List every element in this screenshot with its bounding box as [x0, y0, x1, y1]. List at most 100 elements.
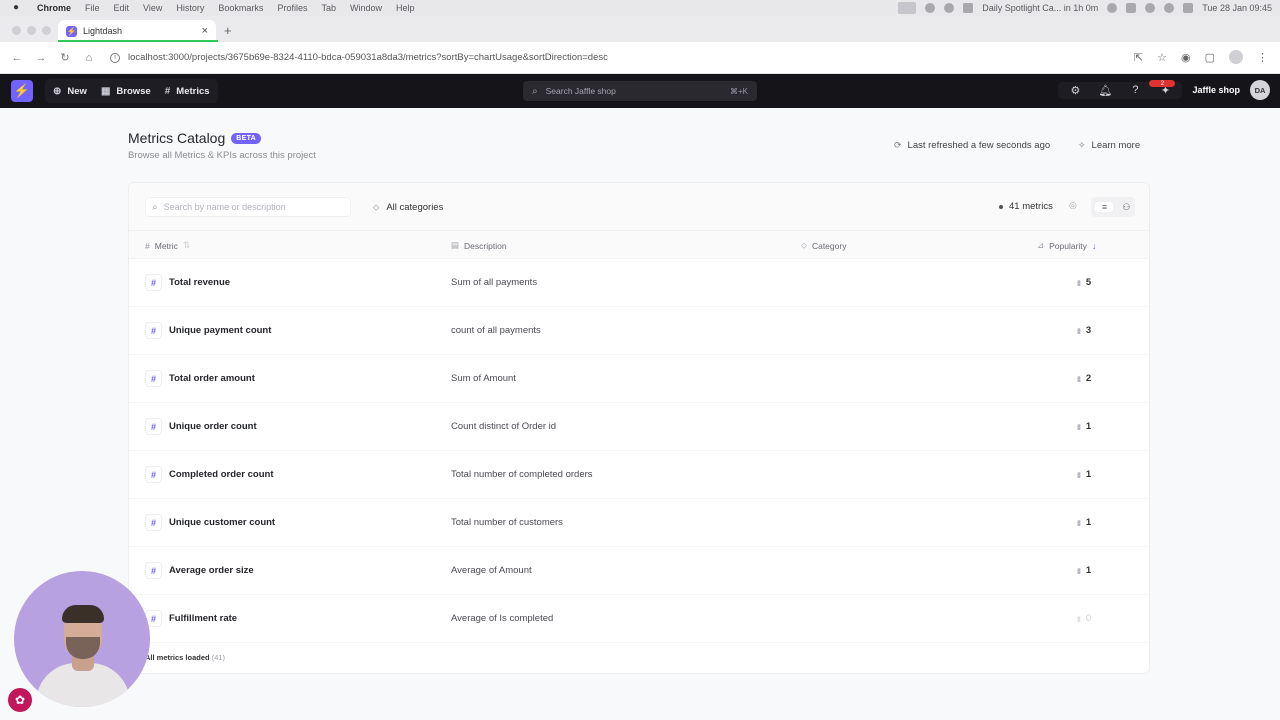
table-row[interactable]: # Completed order count Total number of …	[129, 451, 1149, 499]
record-icon[interactable]	[925, 3, 936, 13]
metric-description: Total number of customers	[451, 517, 563, 528]
profile-avatar[interactable]	[1229, 50, 1243, 64]
site-info-icon[interactable]: i	[110, 52, 120, 63]
sparkle-icon: ✧	[1078, 140, 1086, 150]
refresh-status-text: Last refreshed a few seconds ago	[907, 140, 1051, 151]
close-tab-icon[interactable]: ×	[202, 25, 208, 37]
metric-name[interactable]: Fulfillment rate	[169, 613, 237, 624]
tab-title: Lightdash	[83, 26, 123, 36]
refresh-status[interactable]: ⟳ Last refreshed a few seconds ago	[894, 140, 1050, 151]
forward-icon[interactable]: →	[34, 52, 48, 64]
clock[interactable]: Tue 28 Jan 09:45	[1202, 3, 1272, 13]
screen-share-icon[interactable]	[898, 2, 917, 14]
table-row[interactable]: # Unique customer count Total number of …	[129, 499, 1149, 547]
bell-icon[interactable]: 🔔︎	[1092, 84, 1118, 97]
control-center-icon[interactable]	[1183, 3, 1194, 13]
reload-icon[interactable]: ↻	[58, 51, 72, 64]
table-row[interactable]: # Unique payment count count of all paym…	[129, 307, 1149, 355]
sort-desc-icon[interactable]: ↓	[1092, 241, 1097, 251]
puzzle-extensions-icon[interactable]: ▢	[1205, 51, 1215, 64]
tree-view-icon[interactable]: ⚇	[1122, 202, 1130, 213]
open-external-icon[interactable]: ⇱	[1134, 51, 1143, 64]
table-row[interactable]: # Fulfillment rate Average of Is complet…	[129, 595, 1149, 643]
global-search[interactable]: ⌕ Search Jaffle shop ⌘+K	[523, 81, 757, 101]
table-row[interactable]: # Average order size Average of Amount ▮…	[129, 547, 1149, 595]
wifi-icon[interactable]	[1145, 3, 1156, 13]
refresh-icon: ⟳	[894, 140, 902, 150]
browse-button[interactable]: ▦ Browse	[95, 81, 157, 101]
metric-description: Total number of completed orders	[451, 469, 593, 480]
lightdash-logo-icon[interactable]: ⚡	[11, 80, 33, 102]
metric-search[interactable]: ⌕	[145, 197, 351, 217]
metrics-button[interactable]: # Metrics	[159, 81, 216, 101]
popularity-value: 5	[1085, 277, 1092, 288]
metric-hash-icon: #	[145, 418, 162, 435]
list-view-icon[interactable]: ≡	[1095, 202, 1114, 212]
recorder-app-icon[interactable]: ✿	[8, 688, 32, 712]
menu-window[interactable]: Window	[350, 3, 382, 13]
menu-app[interactable]: Chrome	[37, 3, 71, 13]
table-row[interactable]: # Total revenue Sum of all payments ▮ 5	[129, 259, 1149, 307]
category-filter[interactable]: ⬦ All categories	[369, 197, 447, 217]
hash-icon: #	[145, 240, 150, 251]
header-nav: ⊕ New ▦ Browse # Metrics	[45, 79, 218, 103]
metric-name[interactable]: Average order size	[169, 565, 254, 576]
sparkle-icon[interactable]: ✦ 2	[1149, 79, 1178, 97]
metric-search-input[interactable]	[163, 202, 334, 212]
table-toolbar: ⌕ ⬦ All categories 41 metrics ◎ ≡ ⚇	[129, 183, 1149, 231]
menu-tab[interactable]: Tab	[321, 3, 336, 13]
browser-tab[interactable]: ⚡ Lightdash ×	[58, 20, 216, 42]
project-switcher[interactable]: Jaffle shop	[1192, 85, 1240, 95]
extension-icon[interactable]: ◉	[1181, 51, 1191, 64]
metric-name[interactable]: Total revenue	[169, 277, 230, 288]
menu-view[interactable]: View	[143, 3, 162, 13]
moon-icon[interactable]	[1107, 3, 1118, 13]
menu-edit[interactable]: Edit	[114, 3, 130, 13]
metric-name[interactable]: Unique customer count	[169, 517, 275, 528]
menu-profiles[interactable]: Profiles	[277, 3, 307, 13]
menu-history[interactable]: History	[176, 3, 204, 13]
back-icon[interactable]: ←	[10, 52, 24, 64]
menu-file[interactable]: File	[85, 3, 100, 13]
table-row[interactable]: # Total order amount Sum of Amount ▮ 2	[129, 355, 1149, 403]
new-tab-icon[interactable]: +	[224, 23, 232, 38]
menu-help[interactable]: Help	[396, 3, 415, 13]
column-metric[interactable]: # Metric ⇅	[145, 240, 190, 251]
sync-icon[interactable]	[963, 3, 974, 13]
url-text[interactable]: localhost:3000/projects/3675b69e-8324-41…	[128, 52, 608, 63]
new-button-label: New	[67, 85, 87, 97]
metric-name[interactable]: Total order amount	[169, 373, 255, 384]
kebab-menu-icon[interactable]: ⋮	[1257, 51, 1268, 64]
eye-icon[interactable]: ◎	[1069, 200, 1077, 211]
column-popularity[interactable]: ⊿ Popularity ↓	[1037, 240, 1096, 251]
table-row[interactable]: # Unique order count Count distinct of O…	[129, 403, 1149, 451]
metric-name[interactable]: Completed order count	[169, 469, 274, 480]
sort-icon[interactable]: ⇅	[183, 240, 191, 251]
learn-more-link[interactable]: ✧ Learn more	[1078, 140, 1140, 151]
help-icon[interactable]: ?	[1122, 84, 1148, 96]
spotlight-icon[interactable]	[1164, 3, 1175, 13]
close-window-button[interactable]	[12, 26, 21, 35]
column-description-label: Description	[464, 240, 507, 251]
search-icon: ⌕	[532, 85, 538, 97]
metric-description: Average of Amount	[451, 565, 532, 576]
calendar-reminder[interactable]: Daily Spotlight Ca... in 1h 0m	[982, 3, 1098, 13]
metric-description: Sum of all payments	[451, 277, 538, 288]
metric-name[interactable]: Unique order count	[169, 421, 257, 432]
metric-name[interactable]: Unique payment count	[169, 325, 271, 336]
menu-bookmarks[interactable]: Bookmarks	[218, 3, 263, 13]
bar-chart-icon: ▮	[1077, 423, 1081, 431]
home-icon[interactable]: ⌂	[82, 52, 96, 64]
settings-icon[interactable]	[944, 3, 955, 13]
hash-icon: #	[164, 85, 171, 97]
bar-chart-icon: ▮	[1077, 615, 1081, 623]
battery-icon[interactable]	[1126, 3, 1137, 13]
url-field[interactable]: i localhost:3000/projects/3675b69e-8324-…	[110, 52, 608, 63]
minimize-window-button[interactable]	[27, 26, 36, 35]
bookmark-star-icon[interactable]: ☆	[1157, 51, 1167, 64]
gear-icon[interactable]: ⚙	[1062, 84, 1088, 97]
user-avatar[interactable]: DA	[1250, 80, 1270, 100]
new-button[interactable]: ⊕ New	[47, 81, 93, 101]
maximize-window-button[interactable]	[42, 26, 51, 35]
apple-icon[interactable]: ●	[13, 3, 25, 13]
